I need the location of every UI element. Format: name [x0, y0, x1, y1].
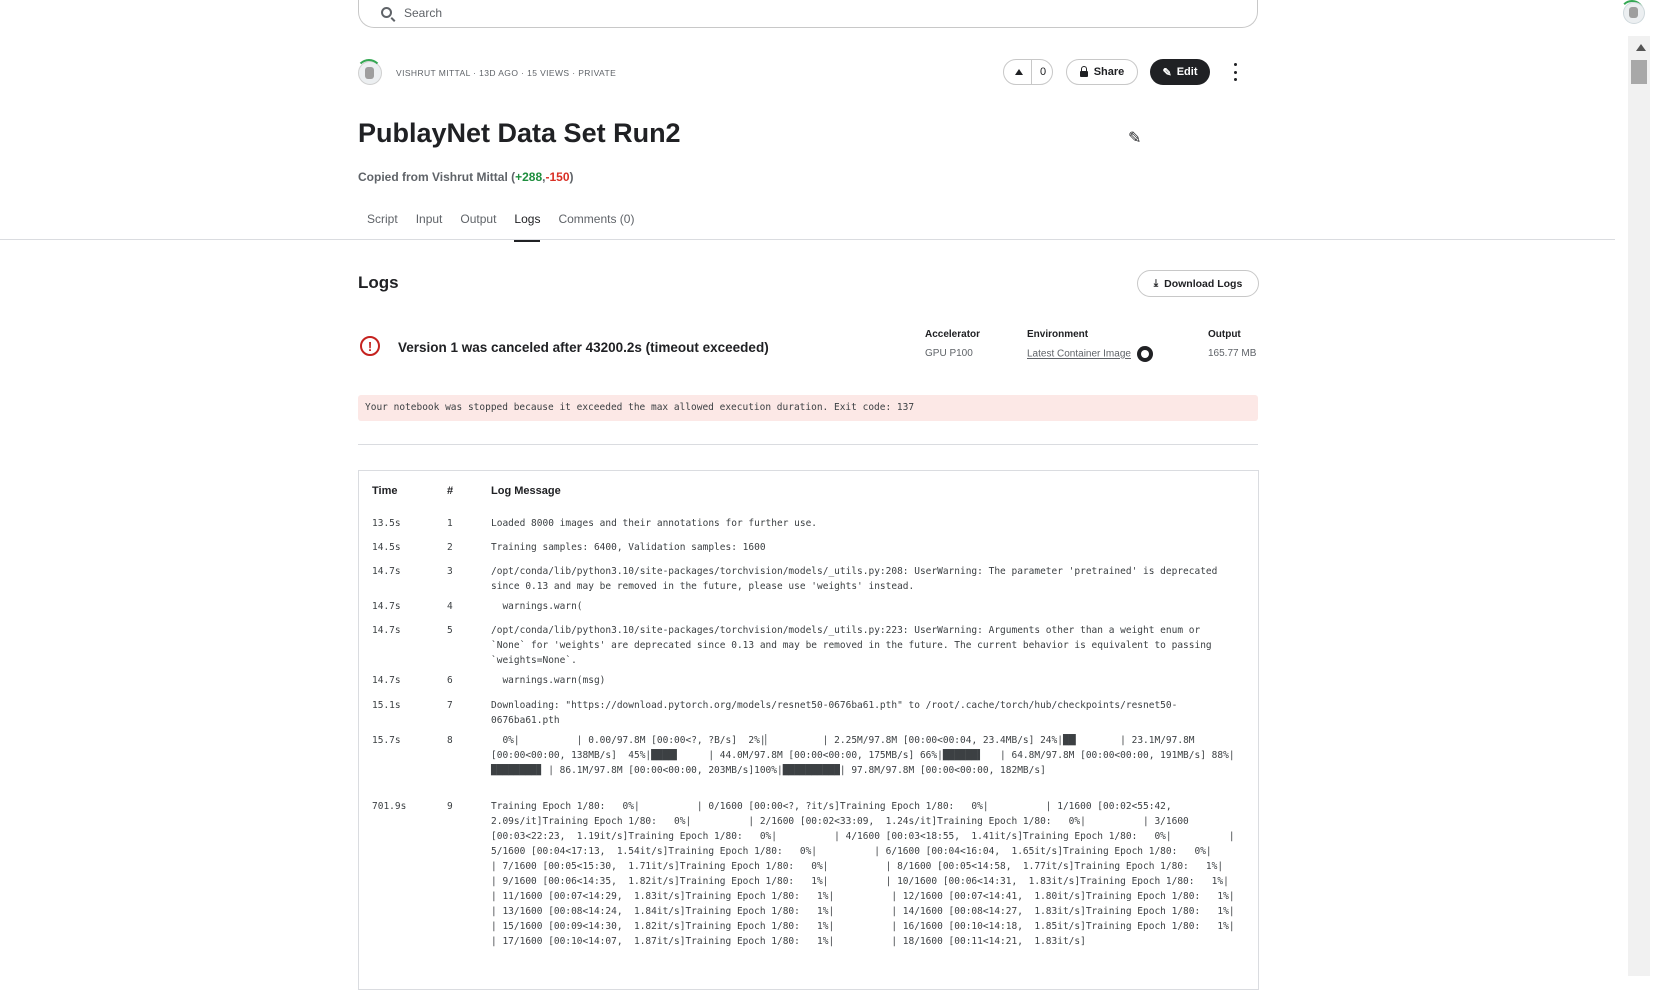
edit-button[interactable]: ✎ Edit — [1150, 59, 1210, 85]
scroll-up-arrow-icon[interactable] — [1636, 44, 1646, 51]
download-icon: ⤓ — [1153, 278, 1159, 289]
tabs-divider — [0, 239, 1615, 240]
log-message: Training samples: 6400, Validation sampl… — [491, 542, 766, 553]
download-logs-label: Download Logs — [1164, 277, 1243, 290]
upvote-arrow-icon — [1015, 69, 1023, 75]
download-logs-button[interactable]: ⤓ Download Logs — [1137, 270, 1259, 297]
log-message: warnings.warn( — [491, 601, 583, 612]
log-number: 6 — [447, 675, 453, 686]
column-header-time: Time — [372, 485, 398, 497]
log-time: 15.7s — [372, 735, 401, 746]
copied-suffix: ) — [569, 170, 574, 184]
logs-heading: Logs — [358, 273, 399, 292]
scrollbar[interactable] — [1628, 36, 1650, 976]
notebook-meta-row: VISHRUT MITTAL · 13D AGO · 15 VIEWS · PR… — [356, 58, 1258, 88]
copied-from-text: Copied from Vishrut Mittal (+288,-150) — [358, 170, 574, 184]
log-time: 13.5s — [372, 518, 401, 529]
search-input[interactable]: Search — [404, 6, 442, 20]
scrollbar-thumb[interactable] — [1631, 60, 1647, 84]
environment-info: Environment Latest Container Image — [1027, 329, 1153, 362]
vote-count: 0 — [1040, 66, 1047, 78]
log-number: 4 — [447, 601, 453, 612]
alert-circle-icon: ! — [360, 336, 380, 356]
log-message: Downloading: "https://download.pytorch.o… — [491, 700, 1178, 726]
log-time: 14.7s — [372, 601, 401, 612]
log-message: /opt/conda/lib/python3.10/site-packages/… — [491, 566, 1224, 592]
lock-icon — [1079, 66, 1088, 77]
log-table: Time # Log Message 13.5s 1 Loaded 8000 i… — [358, 470, 1259, 990]
tab-output[interactable]: Output — [451, 212, 505, 240]
log-number: 1 — [447, 518, 453, 529]
log-number: 7 — [447, 700, 453, 711]
log-message: /opt/conda/lib/python3.10/site-packages/… — [491, 625, 1218, 666]
log-time: 14.5s — [372, 542, 401, 553]
upvote-button[interactable]: 0 — [1003, 59, 1053, 85]
copied-prefix[interactable]: Copied from Vishrut Mittal ( — [358, 170, 515, 184]
accelerator-info: Accelerator GPU P100 — [925, 329, 980, 359]
pencil-icon: ✎ — [1162, 66, 1172, 79]
share-label: Share — [1093, 66, 1125, 78]
log-number: 8 — [447, 735, 453, 746]
error-banner: Your notebook was stopped because it exc… — [358, 395, 1258, 421]
column-header-number: # — [447, 485, 454, 497]
tab-script[interactable]: Script — [358, 212, 407, 240]
log-time: 14.7s — [372, 566, 401, 577]
search-icon — [381, 7, 392, 18]
log-number: 2 — [447, 542, 453, 553]
output-value: 165.77 MB — [1208, 348, 1257, 359]
edit-label: Edit — [1176, 66, 1198, 78]
more-options-icon[interactable] — [1234, 63, 1238, 81]
github-icon[interactable] — [1136, 346, 1153, 362]
log-message: warnings.warn(msg) — [491, 675, 606, 686]
log-message: Training Epoch 1/80: 0%| | 0/1600 [00:00… — [491, 801, 1292, 947]
output-label: Output — [1208, 329, 1241, 340]
tab-comments[interactable]: Comments (0) — [549, 212, 643, 240]
log-message: Loaded 8000 images and their annotations… — [491, 518, 818, 529]
accelerator-value: GPU P100 — [925, 348, 973, 359]
log-number: 5 — [447, 625, 453, 636]
environment-label: Environment — [1027, 329, 1089, 340]
accelerator-label: Accelerator — [925, 329, 981, 340]
log-time: 701.9s — [372, 801, 407, 812]
run-status-message: Version 1 was canceled after 43200.2s (t… — [398, 340, 769, 355]
lines-removed: -150 — [545, 170, 570, 184]
log-message: 0%| | 0.00/97.8M [00:00<?, ?B/s] 2%|▏ | … — [491, 735, 1235, 776]
vote-divider — [1031, 59, 1032, 85]
column-header-message: Log Message — [491, 485, 561, 497]
search-bar[interactable]: Search — [358, 0, 1258, 28]
log-time: 14.7s — [372, 675, 401, 686]
tab-logs[interactable]: Logs — [505, 212, 549, 242]
share-button[interactable]: Share — [1066, 59, 1138, 85]
environment-link[interactable]: Latest Container Image — [1027, 349, 1131, 360]
user-avatar[interactable] — [1623, 2, 1645, 24]
tab-input[interactable]: Input — [407, 212, 452, 240]
lines-added: +288 — [515, 170, 543, 184]
log-time: 14.7s — [372, 625, 401, 636]
notebook-tabs: Script Input Output Logs Comments (0) — [358, 212, 643, 242]
author-avatar[interactable] — [356, 59, 382, 85]
edit-title-pencil-icon[interactable]: ✎ — [1128, 128, 1141, 148]
notebook-meta-text: VISHRUT MITTAL · 13D AGO · 15 VIEWS · PR… — [396, 68, 617, 78]
section-divider — [358, 444, 1258, 445]
log-time: 15.1s — [372, 700, 401, 711]
notebook-title: PublayNet Data Set Run2 — [358, 118, 681, 148]
log-number: 3 — [447, 566, 453, 577]
log-number: 9 — [447, 801, 453, 812]
output-info: Output 165.77 MB — [1208, 329, 1256, 359]
